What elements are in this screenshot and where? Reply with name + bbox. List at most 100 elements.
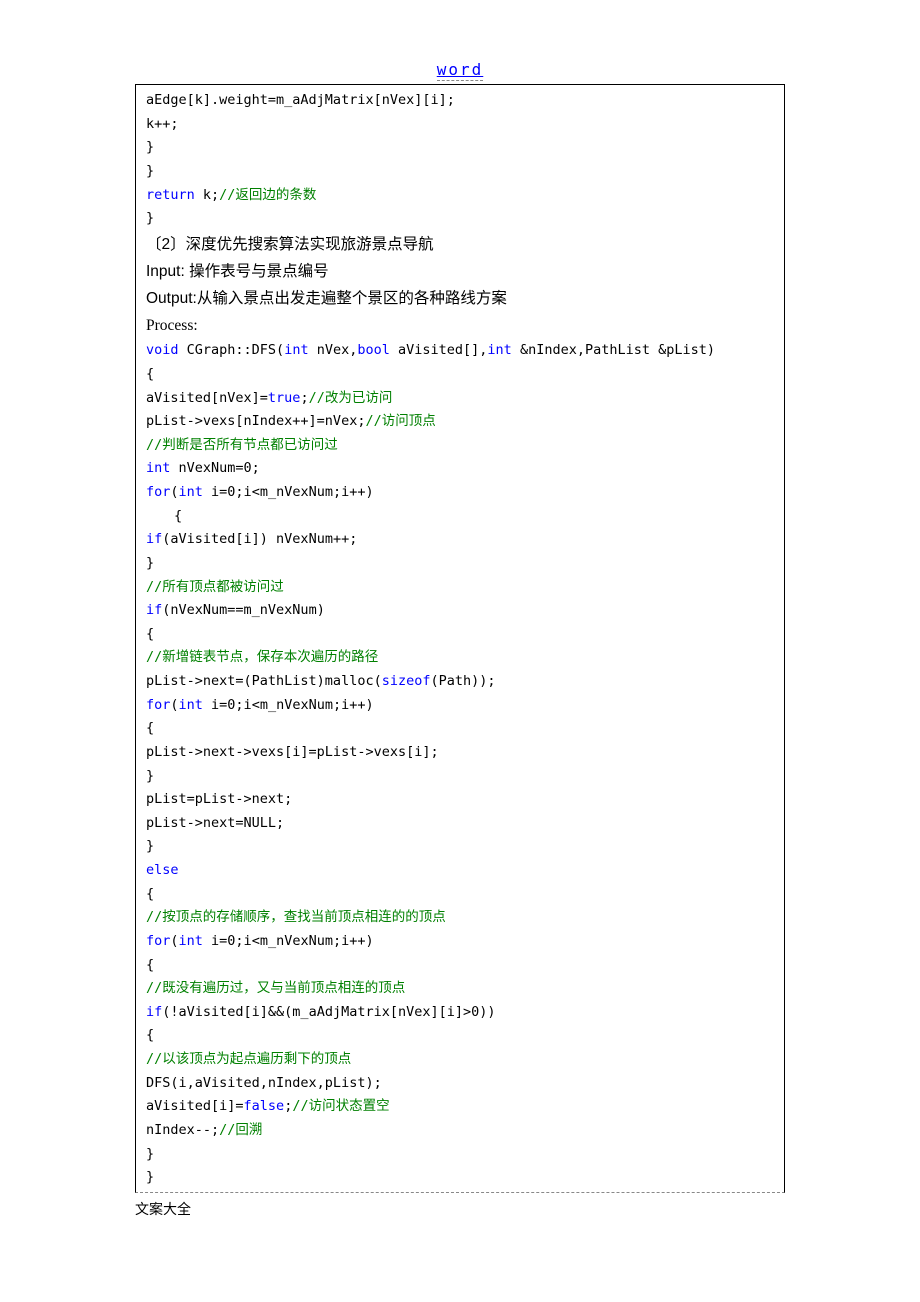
keyword: bool <box>357 342 390 358</box>
code-text: ( <box>170 484 178 500</box>
code-text: &nIndex,PathList &pList) <box>512 342 715 358</box>
code-text: ; <box>300 390 308 406</box>
comment: //访问顶点 <box>365 413 435 429</box>
code-line: } <box>146 136 774 160</box>
code-line: pList->next=(PathList)malloc(sizeof(Path… <box>146 670 774 694</box>
keyword: int <box>179 484 203 500</box>
keyword: if <box>146 1004 162 1020</box>
code-line: k++; <box>146 113 774 137</box>
code-line: if(nVexNum==m_nVexNum) <box>146 599 774 623</box>
code-line: //判断是否所有节点都已访问过 <box>146 434 774 458</box>
keyword: int <box>146 460 170 476</box>
code-text: ( <box>170 697 178 713</box>
code-line: for(int i=0;i<m_nVexNum;i++) <box>146 481 774 505</box>
code-line: //所有顶点都被访问过 <box>146 576 774 600</box>
code-line: } <box>146 207 774 231</box>
comment: //改为已访问 <box>309 390 393 406</box>
header-link[interactable]: word <box>437 60 484 81</box>
code-line: else <box>146 859 774 883</box>
code-text: pList->next=(PathList)malloc( <box>146 673 382 689</box>
code-line: pList->vexs[nIndex++]=nVex;//访问顶点 <box>146 410 774 434</box>
code-line: { <box>146 363 774 387</box>
keyword: int <box>487 342 511 358</box>
comment: //返回边的条数 <box>219 187 316 203</box>
keyword: true <box>268 390 301 406</box>
code-line: { <box>146 883 774 907</box>
keyword: int <box>179 933 203 949</box>
code-line: { <box>146 505 774 529</box>
code-text: (aVisited[i]) nVexNum++; <box>162 531 357 547</box>
code-text: CGraph::DFS( <box>179 342 285 358</box>
code-line: aVisited[i]=false;//访问状态置空 <box>146 1095 774 1119</box>
code-line: } <box>146 160 774 184</box>
code-line: { <box>146 623 774 647</box>
code-line: pList=pList->next; <box>146 788 774 812</box>
code-text: (nVexNum==m_nVexNum) <box>162 602 325 618</box>
code-text: { <box>146 505 182 529</box>
code-text: pList->vexs[nIndex++]=nVex; <box>146 413 365 429</box>
code-text: aVisited[], <box>390 342 488 358</box>
code-line: if(aVisited[i]) nVexNum++; <box>146 528 774 552</box>
code-line: { <box>146 954 774 978</box>
comment: //以该顶点为起点遍历剩下的顶点 <box>146 1051 351 1067</box>
code-line: { <box>146 717 774 741</box>
section-heading: Input: 操作表号与景点编号 <box>146 258 774 285</box>
code-line: if(!aVisited[i]&&(m_aAdjMatrix[nVex][i]>… <box>146 1001 774 1025</box>
code-line: //按顶点的存储顺序，查找当前顶点相连的的顶点 <box>146 906 774 930</box>
code-text: i=0;i<m_nVexNum;i++) <box>203 933 374 949</box>
code-line: //以该顶点为起点遍历剩下的顶点 <box>146 1048 774 1072</box>
comment: //回溯 <box>219 1122 262 1138</box>
code-text: (Path)); <box>430 673 495 689</box>
code-text: (!aVisited[i]&&(m_aAdjMatrix[nVex][i]>0)… <box>162 1004 495 1020</box>
comment: //判断是否所有节点都已访问过 <box>146 437 338 453</box>
code-line: pList->next=NULL; <box>146 812 774 836</box>
page-header: word <box>0 0 920 84</box>
keyword: int <box>179 697 203 713</box>
code-text: i=0;i<m_nVexNum;i++) <box>203 697 374 713</box>
code-text: aVisited[nVex]= <box>146 390 268 406</box>
page-footer: 文案大全 <box>135 1199 920 1219</box>
keyword: for <box>146 697 170 713</box>
code-line: aEdge[k].weight=m_aAdjMatrix[nVex][i]; <box>146 89 774 113</box>
comment: //按顶点的存储顺序，查找当前顶点相连的的顶点 <box>146 909 446 925</box>
code-box: aEdge[k].weight=m_aAdjMatrix[nVex][i]; k… <box>135 84 785 1193</box>
keyword: return <box>146 187 195 203</box>
code-line: aVisited[nVex]=true;//改为已访问 <box>146 387 774 411</box>
code-text: nVex, <box>309 342 358 358</box>
section-heading: Process: <box>146 312 774 339</box>
code-text: aVisited[i]= <box>146 1098 244 1114</box>
code-line: //既没有遍历过，又与当前顶点相连的顶点 <box>146 977 774 1001</box>
keyword: if <box>146 531 162 547</box>
code-line: //新增链表节点，保存本次遍历的路径 <box>146 646 774 670</box>
comment: //访问状态置空 <box>292 1098 389 1114</box>
code-line: { <box>146 1024 774 1048</box>
keyword: sizeof <box>382 673 431 689</box>
code-text: ( <box>170 933 178 949</box>
comment: //所有顶点都被访问过 <box>146 579 284 595</box>
code-content: aEdge[k].weight=m_aAdjMatrix[nVex][i]; k… <box>136 85 784 1192</box>
code-text: nIndex--; <box>146 1122 219 1138</box>
keyword: false <box>244 1098 285 1114</box>
code-line: void CGraph::DFS(int nVex,bool aVisited[… <box>146 339 774 363</box>
code-line: } <box>146 1166 774 1190</box>
code-line: DFS(i,aVisited,nIndex,pList); <box>146 1072 774 1096</box>
code-text: nVexNum=0; <box>170 460 259 476</box>
code-text: k; <box>195 187 219 203</box>
section-heading: Output:从输入景点出发走遍整个景区的各种路线方案 <box>146 285 774 312</box>
keyword: for <box>146 933 170 949</box>
code-line: for(int i=0;i<m_nVexNum;i++) <box>146 694 774 718</box>
keyword: void <box>146 342 179 358</box>
keyword: int <box>284 342 308 358</box>
code-line: } <box>146 552 774 576</box>
keyword: for <box>146 484 170 500</box>
code-line: } <box>146 835 774 859</box>
keyword: else <box>146 862 179 878</box>
code-line: pList->next->vexs[i]=pList->vexs[i]; <box>146 741 774 765</box>
code-line: } <box>146 765 774 789</box>
code-line: nIndex--;//回溯 <box>146 1119 774 1143</box>
comment: //既没有遍历过，又与当前顶点相连的顶点 <box>146 980 405 996</box>
code-line: for(int i=0;i<m_nVexNum;i++) <box>146 930 774 954</box>
code-line: return k;//返回边的条数 <box>146 184 774 208</box>
section-heading: 〔2〕深度优先搜索算法实现旅游景点导航 <box>146 231 774 258</box>
code-text: i=0;i<m_nVexNum;i++) <box>203 484 374 500</box>
